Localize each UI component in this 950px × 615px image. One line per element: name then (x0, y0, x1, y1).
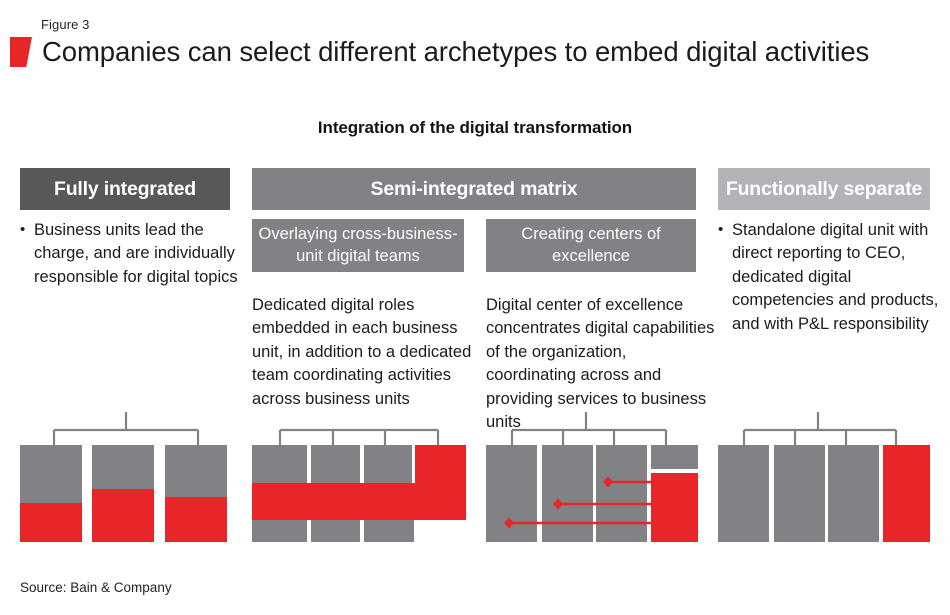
unit-bar-1 (92, 445, 154, 542)
unit-bar-2 (828, 445, 879, 542)
archetype-header-fully-integrated: Fully integrated (20, 168, 230, 210)
diagram-fully-integrated (20, 408, 232, 553)
standalone-digital-unit-bar (883, 445, 930, 542)
unit-bar-1 (542, 445, 593, 542)
page-title: Companies can select different archetype… (42, 36, 870, 67)
subheader-creating-centers-of-excellence: Creating centers of excellence (486, 219, 696, 272)
archetype-header-semi-integrated-matrix: Semi-integrated matrix (252, 168, 696, 210)
bracket-functionally-separate (742, 412, 898, 445)
diagram-centers-of-excellence-svg (486, 412, 698, 542)
unit-stub-3 (651, 445, 698, 469)
description-functionally-separate: Standalone digital unit with direct repo… (718, 219, 950, 336)
bracket-semi-integrated-overlay (278, 428, 440, 445)
unit-bar-0 (486, 445, 537, 542)
diagram-functionally-separate-svg (718, 412, 930, 542)
unit-bar-2 (596, 445, 647, 542)
diagram-fully-integrated-svg (20, 412, 227, 542)
bracket-centers-of-excellence (510, 412, 668, 445)
description-overlaying-digital-teams: Dedicated digital roles embedded in each… (252, 296, 472, 408)
figure-label: Figure 3 (41, 17, 90, 32)
figure-title-row: Companies can select different archetype… (10, 36, 869, 68)
unit-bar-0 (20, 445, 82, 542)
unit-bar-1 (774, 445, 825, 542)
subheader-overlaying-cross-business-unit-digital-teams: Overlaying cross-business-unit digital t… (252, 219, 464, 272)
center-of-excellence-box (651, 473, 698, 542)
archetype-header-functionally-separate: Functionally separate (718, 168, 930, 210)
diagram-row (0, 408, 950, 553)
diagram-semi-integrated-overlay (252, 408, 466, 553)
red-flag-icon (10, 37, 32, 67)
unit-bar-0 (718, 445, 769, 542)
bracket-fully-integrated (52, 412, 200, 445)
diagram-centers-of-excellence (486, 408, 698, 553)
chart-subtitle: Integration of the digital transformatio… (317, 118, 633, 137)
unit-bar-2 (165, 445, 227, 542)
diagram-semi-integrated-overlay-svg (252, 428, 466, 542)
source-note: Source: Bain & Company (20, 580, 172, 595)
overlay-band-red (252, 483, 466, 520)
diagram-functionally-separate (718, 408, 930, 553)
description-fully-integrated: Business units lead the charge, and are … (20, 219, 250, 289)
